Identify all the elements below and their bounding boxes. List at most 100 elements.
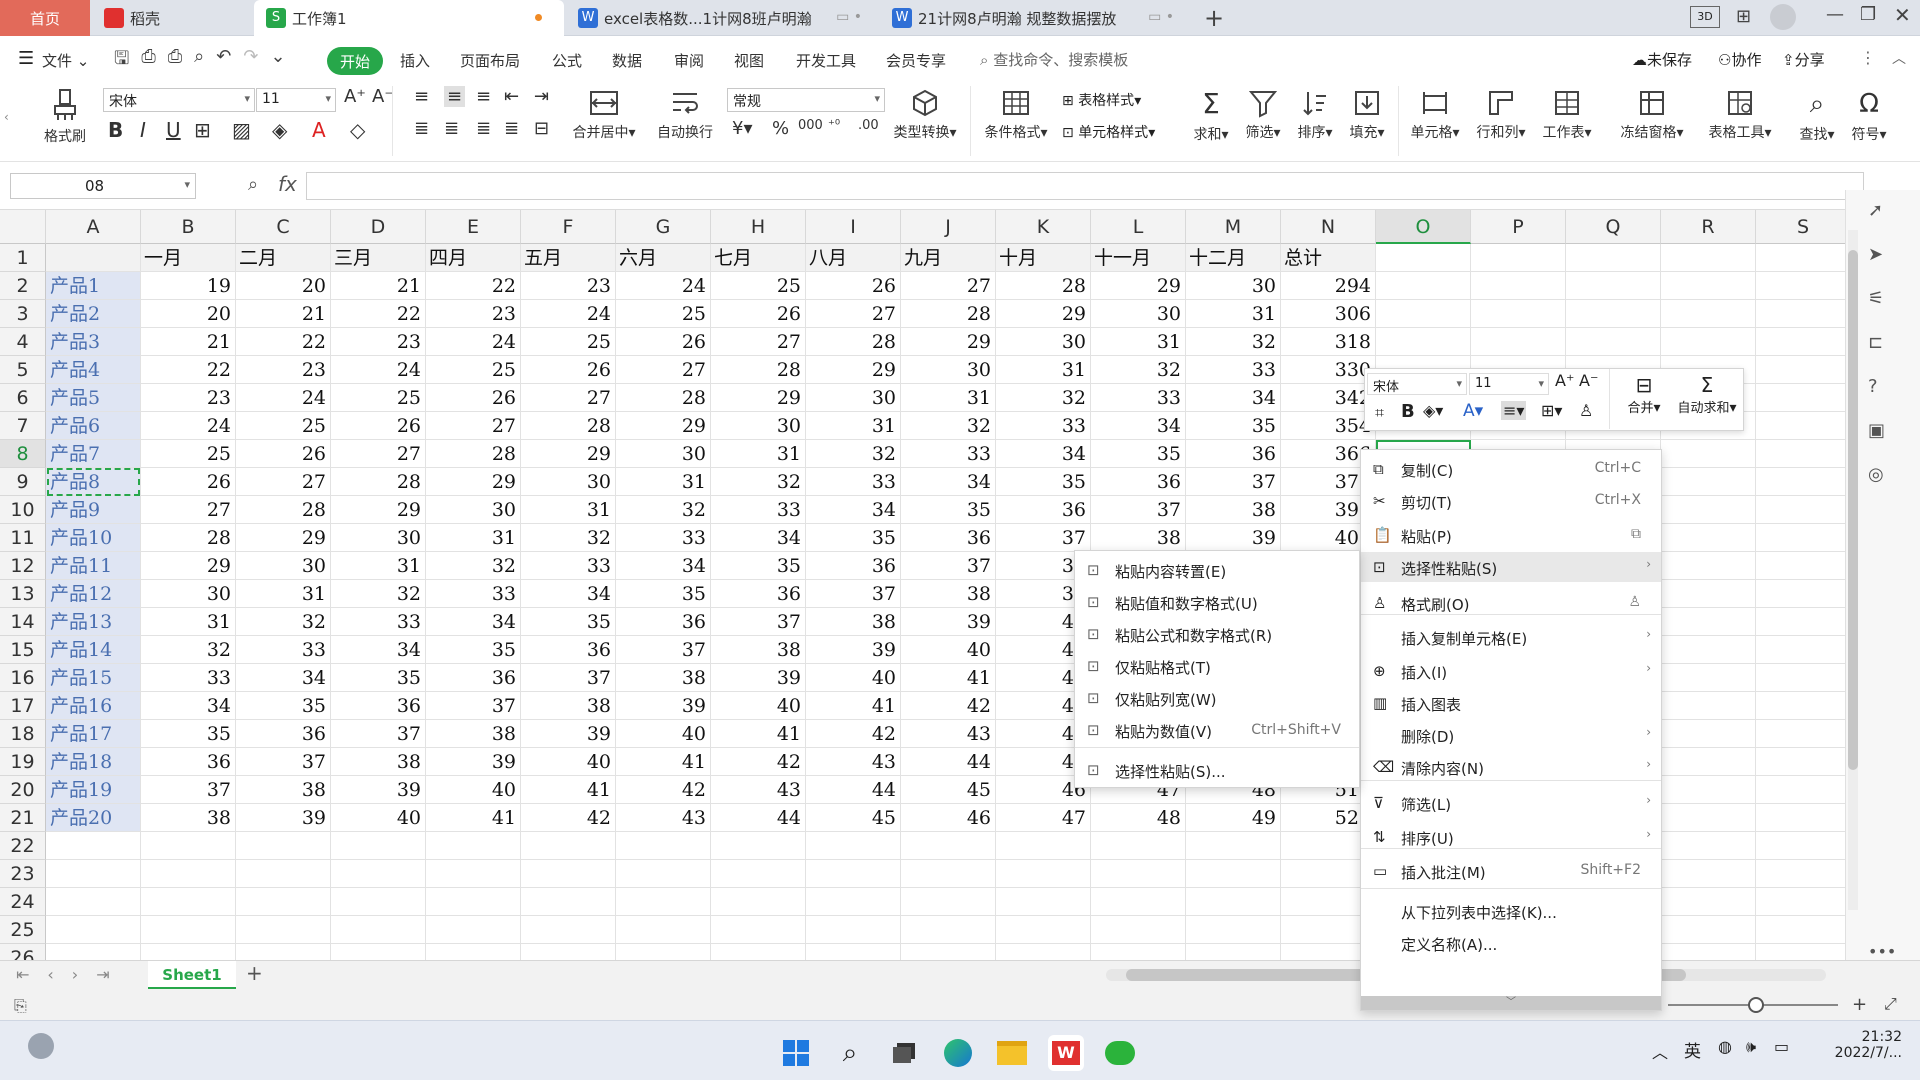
- cell[interactable]: [331, 832, 426, 860]
- cell[interactable]: [1091, 832, 1186, 860]
- tab-docer[interactable]: 稻壳: [92, 0, 252, 36]
- cell[interactable]: [1756, 860, 1845, 888]
- cell[interactable]: 38: [331, 748, 426, 776]
- menu-member[interactable]: 会员专享: [886, 50, 946, 71]
- cell[interactable]: [806, 860, 901, 888]
- mini-bold-icon[interactable]: B: [1401, 401, 1415, 422]
- cell[interactable]: [806, 944, 901, 960]
- cell[interactable]: [1756, 440, 1845, 468]
- cell[interactable]: 38: [1091, 524, 1186, 552]
- column-header-D[interactable]: D: [331, 210, 426, 244]
- cell[interactable]: 26: [711, 300, 806, 328]
- cell[interactable]: 25: [521, 328, 616, 356]
- file-explorer-icon[interactable]: [994, 1035, 1030, 1071]
- status-mode-icon[interactable]: ⎘: [14, 996, 27, 1016]
- cell[interactable]: 31: [426, 524, 521, 552]
- cell[interactable]: 43: [711, 776, 806, 804]
- pointer-icon[interactable]: ➤: [1868, 244, 1883, 265]
- cell[interactable]: 43: [806, 748, 901, 776]
- start-windows-icon[interactable]: [778, 1035, 814, 1071]
- cell[interactable]: 37: [331, 720, 426, 748]
- cell[interactable]: [1471, 272, 1566, 300]
- cell[interactable]: 28: [806, 328, 901, 356]
- cell[interactable]: [1376, 272, 1471, 300]
- undo-icon[interactable]: ↶: [216, 46, 231, 76]
- cell[interactable]: 30: [1091, 300, 1186, 328]
- column-header-R[interactable]: R: [1661, 210, 1756, 244]
- cell[interactable]: 27: [236, 468, 331, 496]
- align-middle-icon[interactable]: ≡: [444, 86, 466, 107]
- tab-close-icon[interactable]: ▭ •: [1148, 9, 1174, 25]
- cell[interactable]: 21: [236, 300, 331, 328]
- underline-icon[interactable]: U: [166, 118, 181, 142]
- cell[interactable]: 37: [141, 776, 236, 804]
- rocket-icon[interactable]: ➚: [1868, 200, 1883, 221]
- distributed-icon[interactable]: ⊟: [534, 118, 549, 139]
- cell[interactable]: 产品8: [46, 468, 141, 496]
- mini-size-select[interactable]: 11: [1469, 373, 1549, 395]
- share-button[interactable]: ⇪分享: [1782, 49, 1825, 70]
- cell[interactable]: 30: [711, 412, 806, 440]
- cell[interactable]: 35: [996, 468, 1091, 496]
- cell[interactable]: 28: [141, 524, 236, 552]
- indent-decrease-icon[interactable]: ⇤: [504, 86, 519, 107]
- cell[interactable]: 20: [236, 272, 331, 300]
- cell[interactable]: 26: [521, 356, 616, 384]
- cell[interactable]: 32: [901, 412, 996, 440]
- cell[interactable]: 48: [1091, 804, 1186, 832]
- close-window-icon[interactable]: ✕: [1894, 3, 1911, 27]
- cell[interactable]: [1471, 300, 1566, 328]
- minimize-icon[interactable]: —: [1826, 4, 1844, 25]
- cell[interactable]: 九月: [901, 244, 996, 272]
- cell[interactable]: 31: [1091, 328, 1186, 356]
- paste-values-icon[interactable]: ⧉: [1631, 526, 1641, 542]
- row-header-14[interactable]: 14: [0, 608, 46, 636]
- column-header-A[interactable]: A: [46, 210, 141, 244]
- cell[interactable]: 30: [236, 552, 331, 580]
- cell[interactable]: 19: [141, 272, 236, 300]
- cell[interactable]: 37: [426, 692, 521, 720]
- mini-decrease-font-icon[interactable]: A⁻: [1579, 371, 1598, 390]
- cell[interactable]: 26: [806, 272, 901, 300]
- align-left-icon[interactable]: ≣: [414, 118, 429, 139]
- cell[interactable]: [711, 860, 806, 888]
- cell[interactable]: [1756, 804, 1845, 832]
- redo-icon[interactable]: ↷: [243, 46, 258, 76]
- cell[interactable]: [141, 860, 236, 888]
- wrap-text-button[interactable]: 自动换行: [652, 88, 718, 142]
- cell[interactable]: 354: [1281, 412, 1376, 440]
- border-icon[interactable]: ⊞: [194, 118, 211, 142]
- number-format-select[interactable]: 常规: [727, 88, 885, 112]
- cell[interactable]: 26: [426, 384, 521, 412]
- task-view-icon[interactable]: [886, 1035, 922, 1071]
- cell[interactable]: [46, 244, 141, 272]
- cell[interactable]: 34: [426, 608, 521, 636]
- indent-increase-icon[interactable]: ⇥: [534, 86, 549, 107]
- cell[interactable]: 31: [521, 496, 616, 524]
- cell[interactable]: 37: [996, 524, 1091, 552]
- cell[interactable]: 34: [521, 580, 616, 608]
- table-style-button[interactable]: ⊞ 表格样式▾: [1062, 90, 1141, 110]
- mini-font-color-icon[interactable]: A▾: [1463, 401, 1483, 421]
- column-header-H[interactable]: H: [711, 210, 806, 244]
- cell[interactable]: 294: [1281, 272, 1376, 300]
- cell[interactable]: 36: [616, 608, 711, 636]
- tab-close-icon[interactable]: ▭ •: [836, 9, 862, 25]
- cell[interactable]: [1756, 356, 1845, 384]
- cell[interactable]: 28: [521, 412, 616, 440]
- help-icon[interactable]: ?: [1868, 376, 1878, 397]
- tab-word-doc[interactable]: W 21计网8卢明瀚 规整数据摆放 ▭ •: [880, 0, 1190, 36]
- grid-apps-icon[interactable]: ⊞: [1736, 6, 1751, 27]
- cell[interactable]: [1756, 748, 1845, 776]
- cell[interactable]: 35: [331, 664, 426, 692]
- row-header-22[interactable]: 22: [0, 832, 46, 860]
- cell[interactable]: [996, 860, 1091, 888]
- cell[interactable]: [46, 944, 141, 960]
- cell[interactable]: 34: [806, 496, 901, 524]
- context-item-3[interactable]: ⊡ 选择性粘贴(S) ›: [1361, 552, 1661, 582]
- cell[interactable]: [1376, 328, 1471, 356]
- cell-style-button[interactable]: ⊡ 单元格样式▾: [1062, 122, 1155, 142]
- cell[interactable]: 33: [616, 524, 711, 552]
- cell[interactable]: 37: [1091, 496, 1186, 524]
- cell[interactable]: 产品18: [46, 748, 141, 776]
